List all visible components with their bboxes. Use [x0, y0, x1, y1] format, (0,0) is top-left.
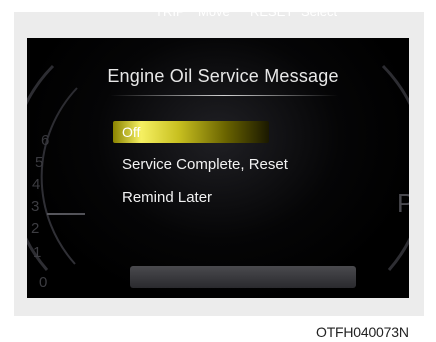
gauge-tick: 6: [41, 132, 50, 149]
title-divider: [110, 95, 338, 96]
menu-item-off[interactable]: Off: [113, 121, 269, 143]
message-title: Engine Oil Service Message: [107, 66, 339, 86]
rpm-label: rpm: [37, 296, 62, 299]
reset-button[interactable]: RESET: [250, 4, 293, 19]
rpm-unit-label: rpm x1000: [37, 296, 62, 299]
control-hint-bar: [130, 266, 356, 288]
gauge-tick: 3: [31, 198, 40, 215]
gauge-tick: 5: [35, 154, 44, 171]
move-hint: Move: [198, 4, 230, 19]
trip-button[interactable]: TRIP: [155, 4, 185, 19]
gauge-tick: 0: [39, 274, 48, 291]
select-hint: Select: [301, 4, 338, 19]
menu-item-label: Off: [122, 124, 141, 140]
gauge-tick: 2: [31, 220, 40, 237]
figure-code: OTFH040073N: [316, 324, 409, 340]
menu-item-service-complete-reset[interactable]: Service Complete, Reset: [122, 156, 288, 173]
gauge-tick: 4: [32, 176, 41, 193]
gear-indicator: P: [397, 188, 409, 218]
menu-item-remind-later[interactable]: Remind Later: [122, 189, 212, 206]
gauge-tick: 1: [33, 244, 42, 261]
